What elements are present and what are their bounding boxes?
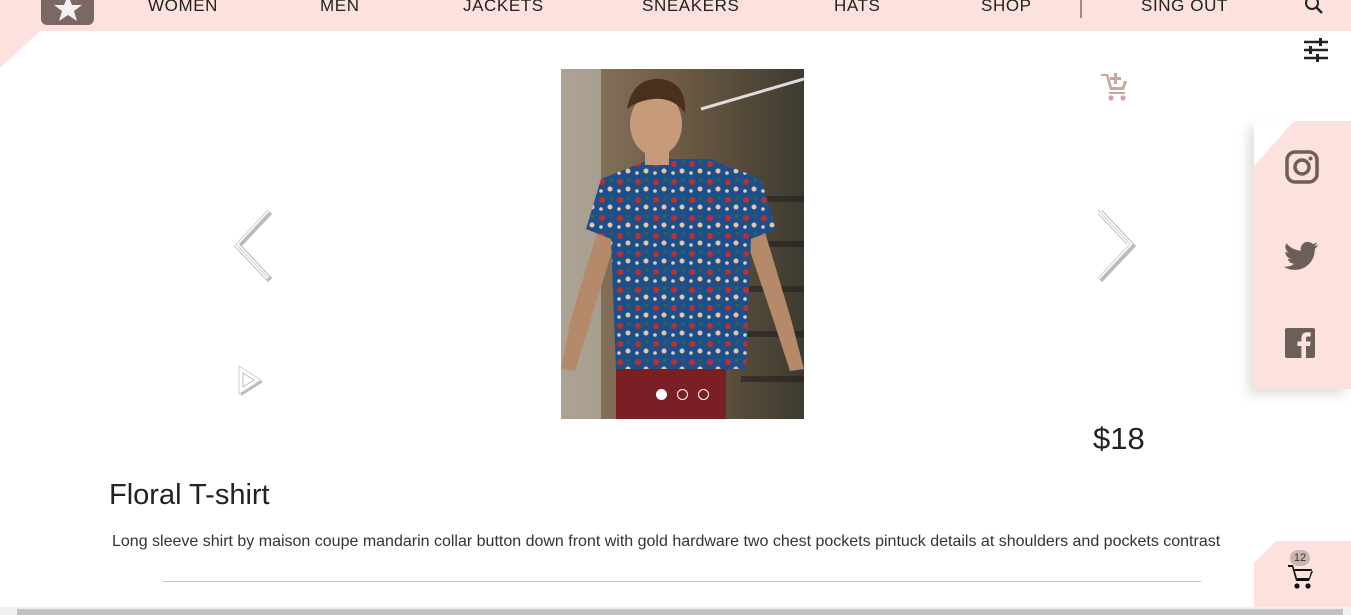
nav-item-sneakers[interactable]: SNEAKERS — [642, 0, 739, 16]
add-to-cart-icon[interactable] — [1100, 72, 1130, 102]
carousel-dot-3[interactable] — [698, 389, 709, 400]
next-arrow-icon[interactable] — [1090, 206, 1138, 282]
nav-item-shop[interactable]: SHOP — [981, 0, 1032, 16]
search-icon[interactable] — [1303, 0, 1325, 16]
nav-item-men[interactable]: MEN — [320, 0, 360, 16]
nav-item-jackets[interactable]: JACKETS — [463, 0, 544, 16]
product-photo — [561, 69, 804, 419]
shopping-cart-icon[interactable] — [1288, 565, 1314, 591]
filter-sliders-icon[interactable] — [1303, 38, 1329, 62]
logo[interactable] — [41, 0, 94, 25]
horizontal-scrollbar-thumb[interactable] — [17, 609, 1343, 615]
twitter-icon[interactable] — [1284, 239, 1320, 273]
carousel-dot-1[interactable] — [656, 389, 667, 400]
previous-arrow-icon[interactable] — [228, 206, 276, 282]
nav-item-sign-out[interactable]: SING OUT — [1141, 0, 1228, 16]
facebook-icon[interactable] — [1284, 327, 1316, 359]
content-divider — [163, 581, 1201, 582]
product-price: $18 — [1093, 421, 1145, 456]
social-sidebar-fold — [1254, 121, 1294, 166]
product-title: Floral T-shirt — [109, 479, 270, 511]
play-icon[interactable] — [233, 362, 265, 398]
product-image[interactable] — [561, 69, 804, 419]
nav-divider — [1080, 0, 1082, 18]
carousel-indicators — [561, 387, 804, 405]
corner-decoration — [0, 31, 40, 68]
logo-star-icon — [54, 0, 82, 21]
carousel-dot-2[interactable] — [677, 389, 688, 400]
top-navigation-bar: WOMEN MEN JACKETS SNEAKERS HATS SHOP SIN… — [0, 0, 1351, 31]
cart-widget-fold — [1254, 541, 1276, 563]
product-description: Long sleeve shirt by maison coupe mandar… — [112, 533, 1221, 550]
nav-item-hats[interactable]: HATS — [834, 0, 880, 16]
nav-item-women[interactable]: WOMEN — [148, 0, 218, 16]
cart-count-badge: 12 — [1290, 550, 1310, 566]
